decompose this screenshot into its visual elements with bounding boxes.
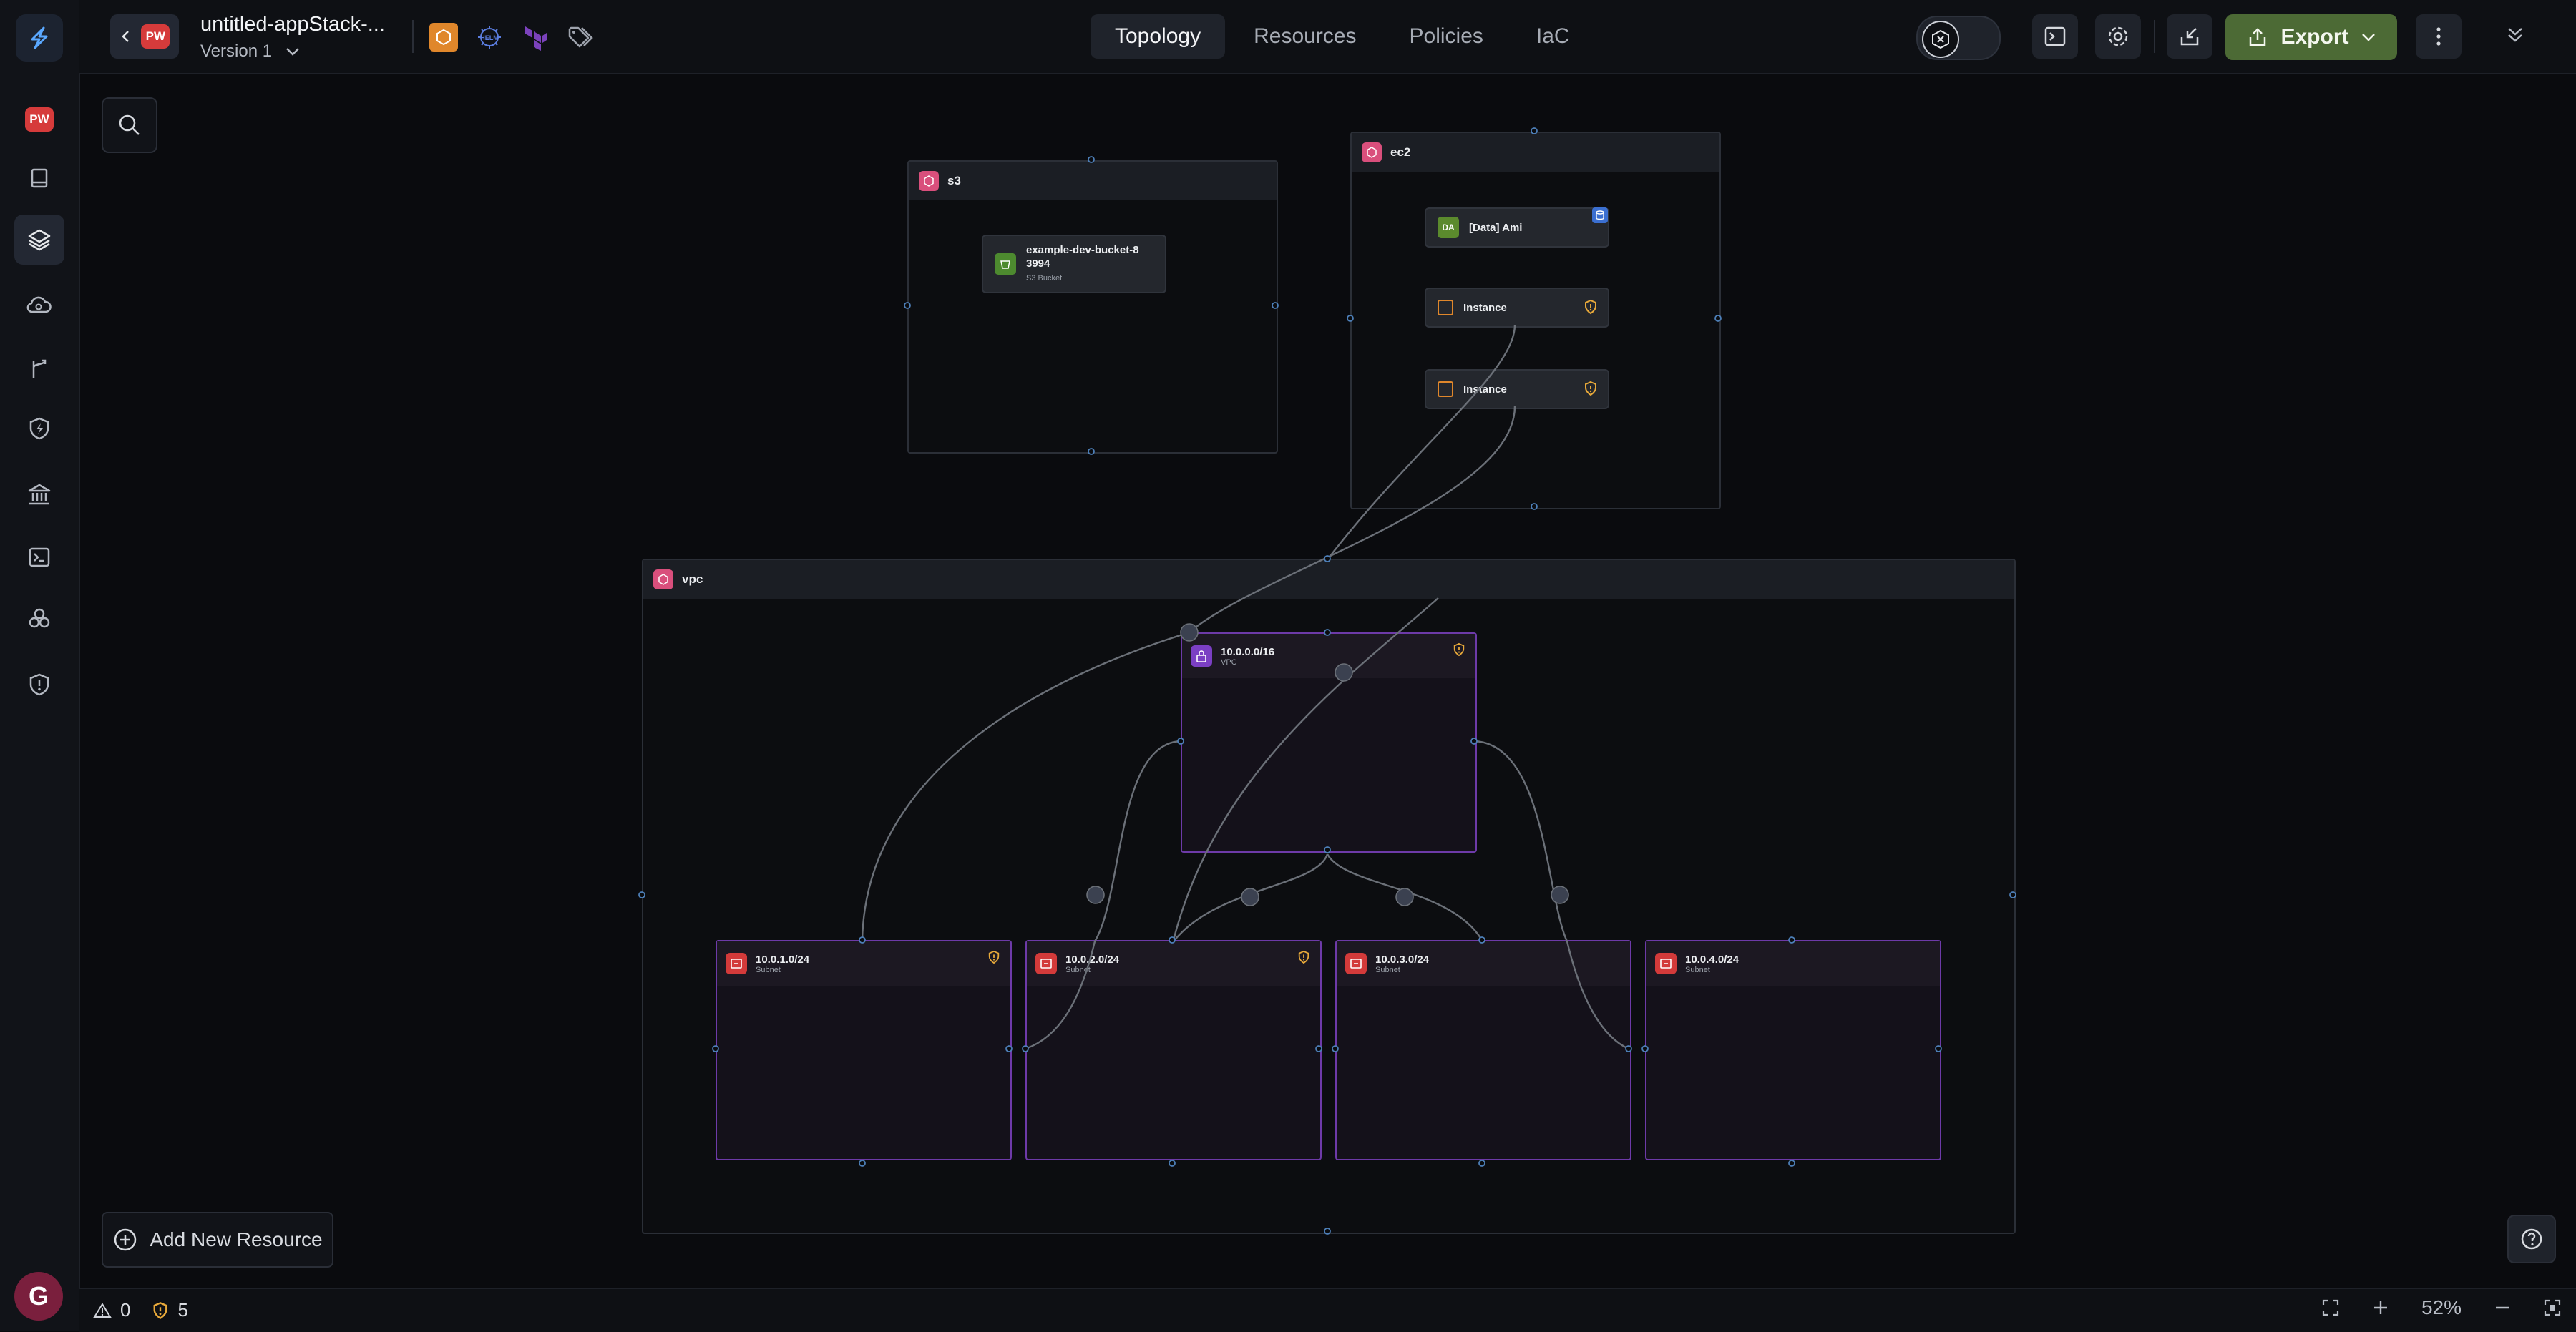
zoom-in-icon[interactable] bbox=[2371, 1298, 2390, 1317]
zoom-out-icon[interactable] bbox=[2493, 1298, 2512, 1317]
edge-instance-vpc-node bbox=[1189, 406, 1516, 633]
edges-layer bbox=[638, 127, 2016, 1235]
help-button[interactable] bbox=[2507, 1215, 2556, 1263]
problems-summary[interactable]: 0 5 bbox=[93, 1299, 188, 1321]
warning-shield-icon bbox=[154, 1301, 167, 1319]
fit-view-icon[interactable] bbox=[2321, 1298, 2340, 1317]
edge-instance-vpc bbox=[1327, 324, 1516, 559]
warning-count: 5 bbox=[177, 1299, 188, 1321]
plus-circle-icon bbox=[114, 1228, 137, 1251]
edge-vpc-subnet1 bbox=[861, 631, 1190, 941]
status-bar: 0 5 52% bbox=[79, 1288, 2576, 1332]
error-count: 0 bbox=[120, 1299, 131, 1321]
add-new-resource-button[interactable]: Add New Resource bbox=[102, 1212, 333, 1268]
add-new-resource-label: Add New Resource bbox=[150, 1228, 323, 1250]
zoom-controls: 52% bbox=[2321, 1296, 2562, 1319]
zoom-level: 52% bbox=[2421, 1296, 2462, 1318]
error-triangle-icon bbox=[93, 1302, 112, 1318]
help-icon bbox=[2521, 1228, 2542, 1250]
fullscreen-icon[interactable] bbox=[2543, 1298, 2562, 1317]
